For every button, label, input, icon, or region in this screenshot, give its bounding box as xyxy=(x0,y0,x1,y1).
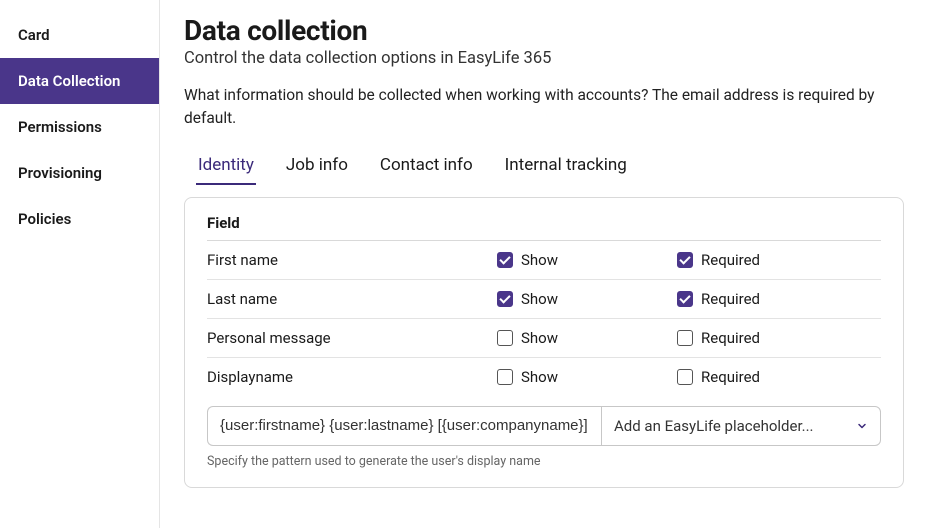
sidebar-item-provisioning[interactable]: Provisioning xyxy=(0,150,159,196)
sidebar-item-policies[interactable]: Policies xyxy=(0,196,159,242)
required-label: Required xyxy=(701,368,760,386)
field-name: First name xyxy=(207,251,497,269)
displayname-pattern-row: Add an EasyLife placeholder... xyxy=(207,406,881,446)
sidebar-item-label: Card xyxy=(18,26,50,44)
fields-panel: Field First name Show Required Last name… xyxy=(184,197,904,488)
required-label: Required xyxy=(701,290,760,308)
sidebar-item-label: Data Collection xyxy=(18,72,120,90)
checkbox-show[interactable] xyxy=(497,291,513,307)
table-row: Last name Show Required xyxy=(207,280,881,319)
show-label: Show xyxy=(521,251,558,269)
placeholder-select[interactable]: Add an EasyLife placeholder... xyxy=(601,406,881,446)
checkbox-show[interactable] xyxy=(497,252,513,268)
show-label: Show xyxy=(521,368,558,386)
table-row: Displayname Show Required xyxy=(207,358,881,396)
field-name: Displayname xyxy=(207,368,497,386)
field-name: Personal message xyxy=(207,329,497,347)
page-title: Data collection xyxy=(184,14,904,47)
tab-job-info[interactable]: Job info xyxy=(284,149,350,185)
checkbox-required[interactable] xyxy=(677,369,693,385)
sidebar-item-label: Provisioning xyxy=(18,164,102,182)
page-description: What information should be collected whe… xyxy=(184,84,904,131)
checkbox-required[interactable] xyxy=(677,330,693,346)
show-label: Show xyxy=(521,290,558,308)
tab-internal-tracking[interactable]: Internal tracking xyxy=(503,149,629,185)
placeholder-select-label: Add an EasyLife placeholder... xyxy=(614,417,814,435)
sidebar-item-label: Policies xyxy=(18,210,71,228)
checkbox-required[interactable] xyxy=(677,291,693,307)
field-name: Last name xyxy=(207,290,497,308)
show-label: Show xyxy=(521,329,558,347)
checkbox-show[interactable] xyxy=(497,330,513,346)
page-subtitle: Control the data collection options in E… xyxy=(184,49,904,68)
field-header: Field xyxy=(207,214,881,241)
sidebar-item-label: Permissions xyxy=(18,118,102,136)
required-label: Required xyxy=(701,251,760,269)
required-label: Required xyxy=(701,329,760,347)
sidebar: Card Data Collection Permissions Provisi… xyxy=(0,0,160,528)
table-row: First name Show Required xyxy=(207,241,881,280)
main-content: Data collection Control the data collect… xyxy=(160,0,932,528)
checkbox-show[interactable] xyxy=(497,369,513,385)
tab-identity[interactable]: Identity xyxy=(196,149,256,185)
sidebar-item-card[interactable]: Card xyxy=(0,12,159,58)
checkbox-required[interactable] xyxy=(677,252,693,268)
displayname-pattern-input[interactable] xyxy=(207,406,601,446)
table-row: Personal message Show Required xyxy=(207,319,881,358)
chevron-down-icon xyxy=(856,420,868,432)
sidebar-item-permissions[interactable]: Permissions xyxy=(0,104,159,150)
sidebar-item-data-collection[interactable]: Data Collection xyxy=(0,58,159,104)
tabs: Identity Job info Contact info Internal … xyxy=(184,149,904,185)
tab-contact-info[interactable]: Contact info xyxy=(378,149,475,185)
displayname-pattern-helper: Specify the pattern used to generate the… xyxy=(207,454,881,469)
